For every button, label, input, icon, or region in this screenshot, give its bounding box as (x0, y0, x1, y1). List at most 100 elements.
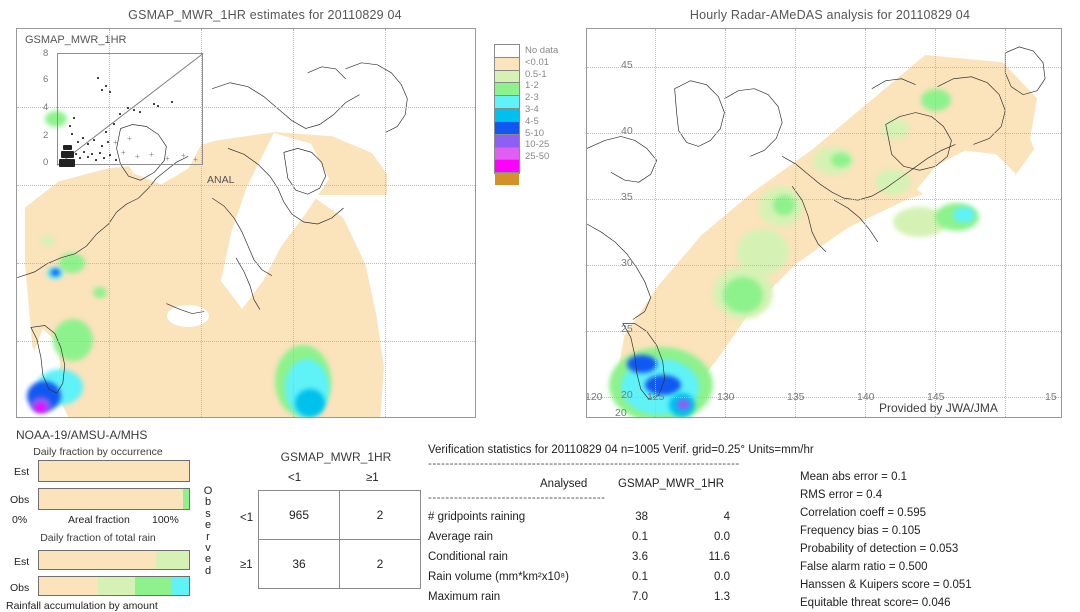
stat-analysed-value: 0.1 (632, 571, 648, 583)
colorbar-label: 4-5 (525, 115, 539, 127)
anal-label: ANAL (207, 174, 235, 186)
precip-blob (831, 153, 851, 167)
precip-blob (41, 235, 55, 247)
sensor-caption: NOAA-19/AMSU-A/MHS (16, 428, 148, 442)
total-rain-chart-title: Daily fraction of total rain (40, 532, 156, 544)
table-row: 965 2 (258, 490, 421, 540)
stat-row-label: Rain volume (mm*km²x10⁸) (428, 571, 569, 583)
bar-segment (39, 551, 156, 569)
gridline (725, 29, 726, 417)
col-header-estimate: GSMAP_MWR_1HR (618, 478, 725, 490)
axis-center-label: Areal fraction (68, 514, 130, 526)
stat-analysed-value: 7.0 (632, 591, 648, 603)
stat-estimate-value: 11.6 (708, 551, 730, 563)
colorbar-label: <0.01 (525, 56, 550, 68)
gridline (795, 29, 796, 417)
gridline (1005, 29, 1006, 417)
score-line: Hanssen & Kuipers score = 0.051 (800, 579, 972, 591)
score-line: Mean abs error = 0.1 (800, 471, 908, 483)
score-line: Equitable threat score= 0.046 (800, 597, 951, 609)
colorbar-swatch (495, 56, 519, 70)
contingency-row-lt1: <1 (240, 512, 254, 524)
gridline (17, 185, 475, 186)
dashboard-root: GSMAP_MWR_1HR estimates for 20110829 04 (0, 0, 1080, 612)
divider-mid: ----------------------------------------… (428, 492, 606, 504)
contingency-table: 965 2 36 2 (258, 490, 421, 589)
precip-blob (295, 389, 325, 417)
colorbar-label: 2-3 (525, 92, 539, 104)
bar-segment (171, 577, 189, 595)
precip-blob (773, 195, 795, 215)
bar-segment (97, 577, 135, 595)
colorbar-label: 3-4 (525, 104, 539, 115)
table-row: 36 2 (258, 539, 421, 589)
score-line: Frequency bias = 0.105 (800, 525, 921, 537)
bar-segment (183, 489, 189, 509)
contingency-header: GSMAP_MWR_1HR (280, 450, 392, 464)
stat-row-label: # gridpoints raining (428, 511, 526, 523)
inset-ytick-8: 8 (43, 48, 49, 59)
occurrence-obs-label: Obs (10, 494, 30, 506)
colorbar-swatch (495, 159, 519, 173)
inset-ytick-2: 2 (43, 130, 49, 141)
colorbar-swatch (495, 95, 519, 109)
bar-segment (39, 489, 183, 509)
gsmap-estimate-map: GSMAP_MWR_1HR 8 6 4 2 0 + + + + + + + + … (16, 28, 476, 418)
total-obs-label: Obs (10, 582, 30, 594)
precip-blob (953, 207, 975, 223)
precip-blob-intense (627, 355, 657, 373)
gridline (17, 263, 475, 264)
colorbar-legend: No data <0.01 0.5-1 1-2 2-3 3-4 4-5 5-10 10-25 25… (494, 44, 574, 224)
bar-segment (135, 577, 171, 595)
score-line: Correlation coeff = 0.595 (800, 507, 927, 519)
gridline (385, 29, 386, 417)
occurrence-obs-bar (38, 488, 190, 510)
right-xtick-125: 125 (647, 391, 665, 403)
gridline (935, 29, 936, 417)
stat-analysed-value: 3.6 (632, 551, 648, 563)
colorbar-swatch (495, 69, 519, 83)
gridline (655, 29, 656, 417)
scatter-points: + + + + + + + + (57, 53, 203, 167)
inset-ytick-0: 0 (43, 157, 49, 168)
stat-row-label: Average rain (428, 531, 493, 543)
right-ytick-45: 45 (621, 59, 633, 71)
col-header-analysed: Analysed (540, 478, 588, 490)
precip-blob (53, 319, 93, 361)
right-xtick-140: 140 (857, 391, 875, 403)
contingency-row-ge1: ≥1 (240, 559, 253, 571)
observed-letter: e (204, 519, 212, 532)
stat-estimate-value: 0.0 (714, 571, 730, 583)
left-panel-title: GSMAP_MWR_1HR estimates for 20110829 04 (128, 8, 402, 22)
colorbar-label: 25-50 (525, 151, 550, 163)
observed-letter: d (204, 564, 212, 577)
right-ytick-25: 25 (621, 323, 633, 335)
gridline (17, 341, 475, 342)
colorbar-label: 1-2 (525, 80, 539, 92)
gridline (587, 265, 1061, 266)
right-panel-title: Hourly Radar-AMeDAS analysis for 2011082… (689, 8, 971, 22)
observed-axis-label: Observed (202, 485, 214, 577)
divider-top: ----------------------------------------… (428, 458, 740, 470)
stat-estimate-value: 4 (723, 511, 730, 523)
colorbar-swatch (495, 146, 519, 160)
stat-analysed-value: 0.1 (632, 531, 648, 543)
contingency-col-lt1: <1 (288, 472, 302, 484)
total-rain-obs-bar (38, 576, 190, 596)
precip-blob (35, 403, 46, 412)
score-line: False alarm ratio = 0.500 (800, 561, 928, 573)
stat-analysed-value: 38 (635, 511, 648, 523)
stat-row-label: Conditional rain (428, 551, 508, 563)
occurrence-est-bar (38, 460, 190, 482)
right-ytick-35: 35 (621, 191, 633, 203)
contingency-cell: 2 (339, 490, 421, 540)
precip-blob (737, 229, 789, 275)
gridline (587, 67, 1061, 68)
colorbar-swatch (495, 133, 519, 147)
total-est-label: Est (14, 556, 30, 568)
gridline (293, 29, 294, 417)
inset-title: GSMAP_MWR_1HR (25, 34, 127, 46)
occurrence-est-label: Est (14, 466, 30, 478)
right-xtick-120: 120 (586, 391, 603, 403)
stat-estimate-value: 0.0 (714, 531, 730, 543)
